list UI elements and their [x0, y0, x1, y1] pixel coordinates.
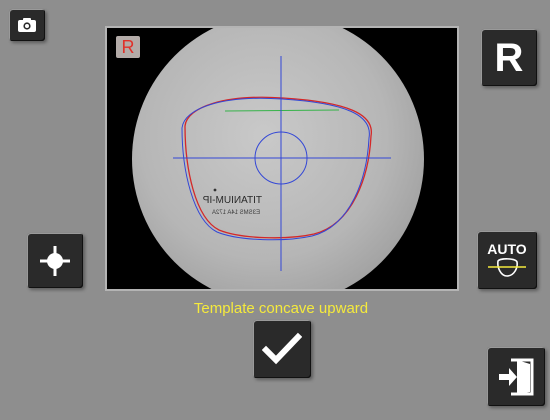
exit-door-icon: [497, 357, 535, 397]
center-button[interactable]: [27, 233, 83, 288]
side-badge: R: [116, 36, 140, 58]
side-select-button[interactable]: R: [481, 29, 537, 86]
camera-button[interactable]: [9, 9, 45, 41]
checkmark-icon: [262, 332, 302, 366]
confirm-button[interactable]: [253, 320, 311, 378]
lens-engraving-line1: TITANIUM-IP: [202, 195, 262, 206]
auto-label: AUTO: [487, 241, 527, 257]
auto-button[interactable]: AUTO: [477, 231, 537, 289]
side-select-label: R: [494, 35, 524, 80]
status-message: Template concave upward: [193, 300, 369, 317]
crosshair-icon: [37, 243, 73, 279]
lens-outline-icon: [486, 256, 528, 280]
camera-icon: [17, 17, 37, 33]
camera-viewport[interactable]: TITANIUM-IP E3SMS 14A 172A R: [107, 28, 457, 289]
exit-button[interactable]: [487, 347, 545, 406]
lens-view: TITANIUM-IP E3SMS 14A 172A: [132, 28, 424, 289]
app-screen: TITANIUM-IP E3SMS 14A 172A R R AUTO Temp…: [0, 0, 556, 420]
lens-engraving-line2: E3SMS 14A 172A: [212, 210, 260, 216]
